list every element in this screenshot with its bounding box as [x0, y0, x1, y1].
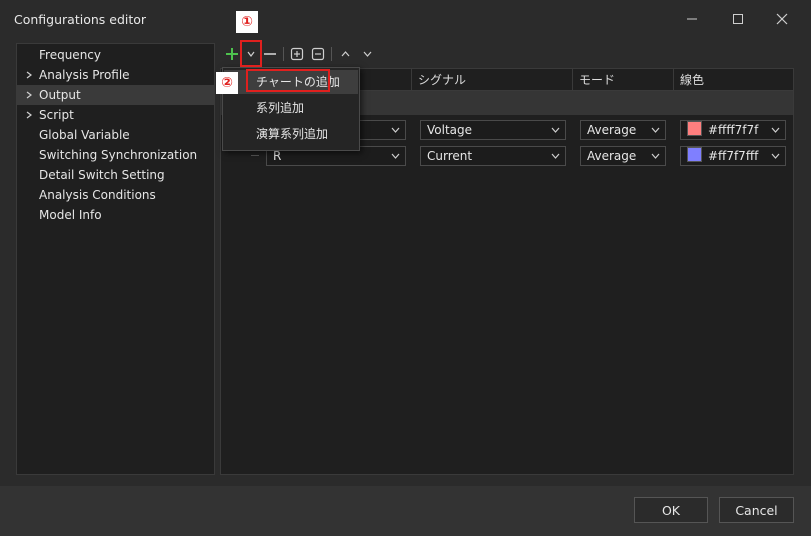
mode-value: Average — [587, 149, 637, 163]
annotation-highlight-add-chart — [246, 69, 330, 92]
add-button[interactable] — [223, 44, 241, 64]
tree-item-switching-synchronization[interactable]: Switching Synchronization — [17, 145, 214, 165]
line-color-select[interactable]: #ffff7f7f — [680, 120, 786, 140]
maximize-icon — [733, 14, 743, 24]
tree-item-analysis-conditions[interactable]: Analysis Conditions — [17, 185, 214, 205]
signal-value: Voltage — [427, 123, 473, 137]
chevron-down-icon — [771, 147, 780, 165]
element-value: R — [273, 149, 282, 163]
column-header-line-color: 線色 — [673, 69, 793, 91]
chevron-down-icon — [771, 121, 780, 139]
column-header-mode: モード — [572, 69, 673, 91]
chevron-right-icon[interactable] — [24, 65, 34, 85]
toolbar-divider — [331, 47, 332, 61]
tree-item-label: Script — [39, 108, 74, 122]
tree-item-label: Global Variable — [39, 128, 130, 142]
chevron-down-icon — [651, 121, 660, 139]
line-color-select[interactable]: #ff7f7fff — [680, 146, 786, 166]
signal-select[interactable]: Voltage — [420, 120, 566, 140]
mode-value: Average — [587, 123, 637, 137]
expand-all-icon — [290, 47, 304, 61]
tree-item-detail-switch-setting[interactable]: Detail Switch Setting — [17, 165, 214, 185]
signal-select[interactable]: Current — [420, 146, 566, 166]
annotation-highlight-dropdown — [240, 40, 262, 67]
cancel-button[interactable]: Cancel — [719, 497, 794, 523]
chevron-down-icon — [363, 51, 371, 57]
mode-select[interactable]: Average — [580, 120, 666, 140]
chevron-right-icon[interactable] — [24, 85, 34, 105]
chevron-down-icon — [651, 147, 660, 165]
tree-item-script[interactable]: Script — [17, 105, 214, 125]
remove-button[interactable] — [261, 44, 279, 64]
tree-item-label: Switching Synchronization — [39, 148, 198, 162]
tree-item-label: Model Info — [39, 208, 102, 222]
window-title: Configurations editor — [14, 12, 147, 27]
annotation-badge-2: ② — [216, 72, 238, 94]
column-header-signal: シグナル — [411, 69, 572, 91]
tree-item-label: Analysis Conditions — [39, 188, 156, 202]
close-icon — [776, 13, 788, 25]
chevron-down-icon — [551, 121, 560, 139]
maximize-button[interactable] — [715, 6, 761, 32]
tree-item-global-variable[interactable]: Global Variable — [17, 125, 214, 145]
minus-icon — [264, 53, 276, 55]
expand-all-button[interactable] — [288, 44, 306, 64]
minimize-button[interactable] — [669, 6, 715, 32]
move-down-button[interactable] — [359, 44, 375, 64]
ok-button[interactable]: OK — [634, 497, 708, 523]
menu-item-add-series[interactable]: 系列追加 — [224, 96, 358, 120]
tree-connector — [251, 155, 259, 156]
signal-value: Current — [427, 149, 473, 163]
move-up-button[interactable] — [337, 44, 353, 64]
settings-tree: Frequency Analysis Profile Output Script… — [16, 43, 215, 475]
color-value: #ffff7f7f — [708, 123, 759, 137]
chevron-down-icon — [391, 121, 400, 139]
tree-item-label: Detail Switch Setting — [39, 168, 165, 182]
plus-icon — [226, 48, 238, 60]
tree-item-label: Frequency — [39, 48, 101, 62]
chevron-down-icon — [551, 147, 560, 165]
chevron-up-icon — [341, 51, 349, 57]
mode-select[interactable]: Average — [580, 146, 666, 166]
color-swatch — [687, 121, 702, 136]
toolbar-divider — [283, 47, 284, 61]
minimize-icon — [687, 18, 697, 20]
chevron-down-icon — [391, 147, 400, 165]
chevron-right-icon[interactable] — [24, 105, 34, 125]
title-bar: Configurations editor — [0, 0, 811, 38]
tree-item-analysis-profile[interactable]: Analysis Profile — [17, 65, 214, 85]
tree-item-model-info[interactable]: Model Info — [17, 205, 214, 225]
color-value: #ff7f7fff — [708, 149, 759, 163]
tree-item-frequency[interactable]: Frequency — [17, 45, 214, 65]
tree-item-output[interactable]: Output — [17, 85, 214, 105]
menu-item-add-calc-series[interactable]: 演算系列追加 — [224, 122, 358, 146]
collapse-all-icon — [311, 47, 325, 61]
close-button[interactable] — [759, 6, 805, 32]
tree-item-label: Analysis Profile — [39, 68, 130, 82]
annotation-badge-1: ① — [236, 11, 258, 33]
tree-item-label: Output — [39, 88, 81, 102]
color-swatch — [687, 147, 702, 162]
collapse-all-button[interactable] — [309, 44, 327, 64]
